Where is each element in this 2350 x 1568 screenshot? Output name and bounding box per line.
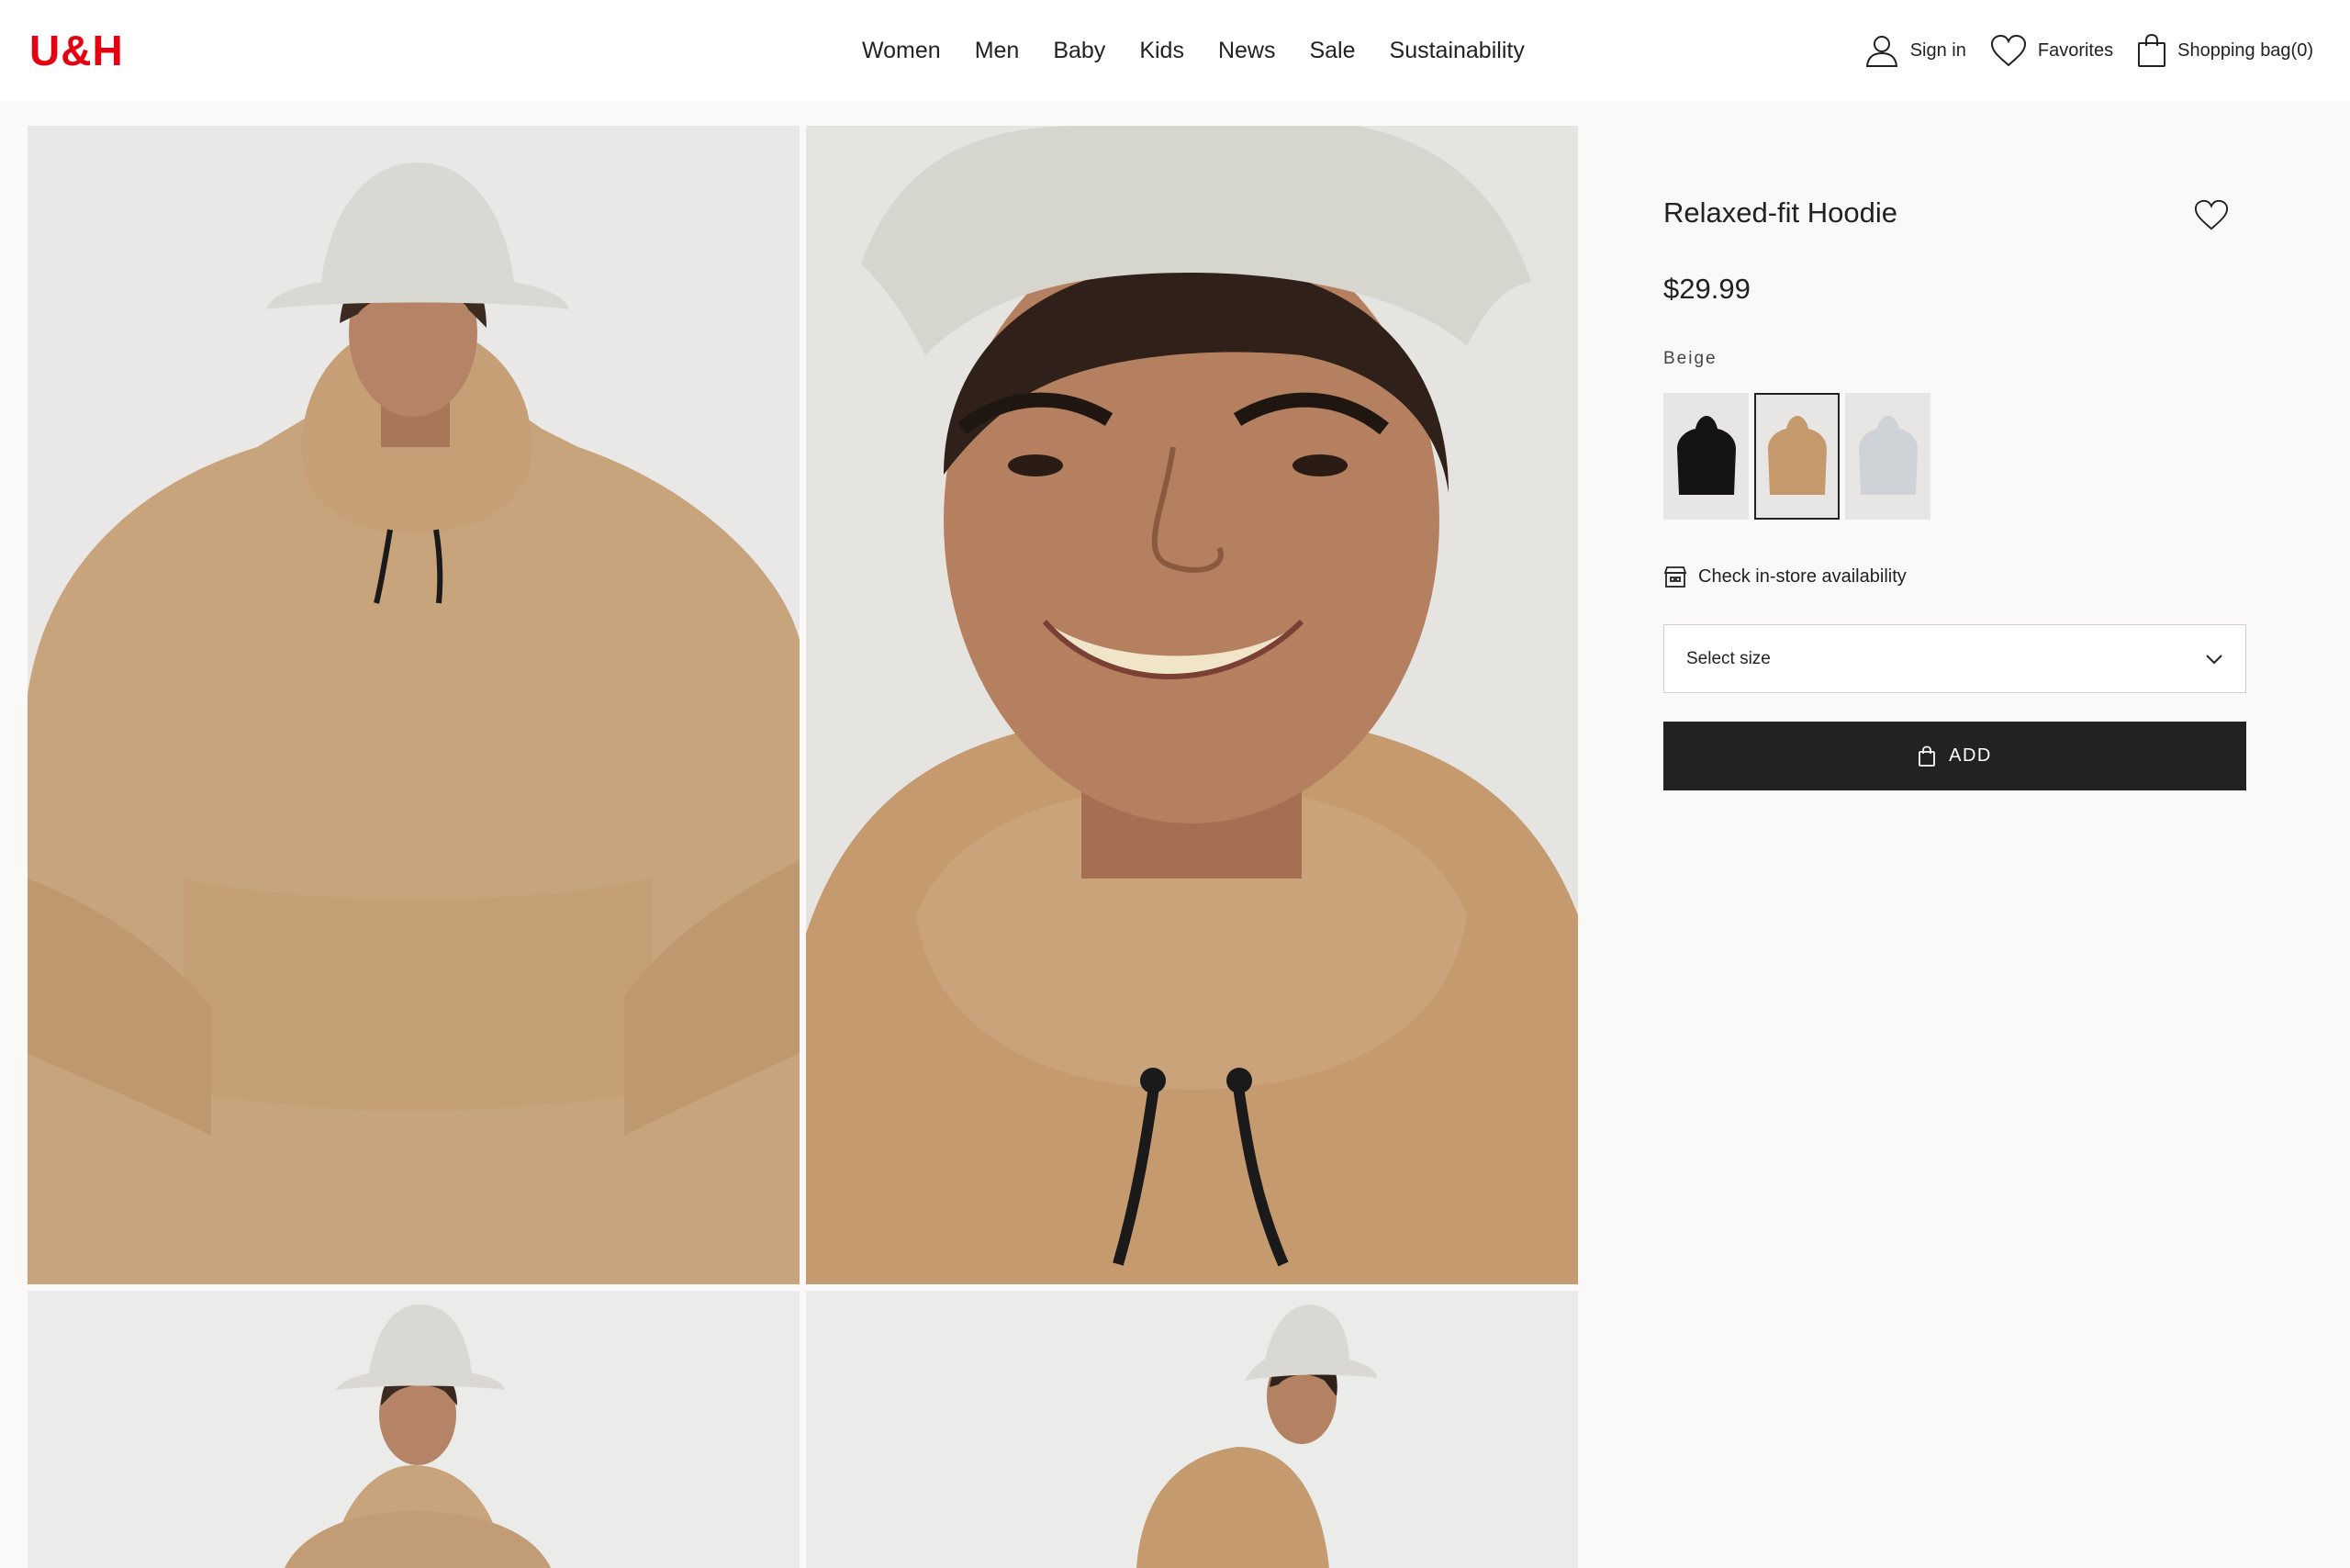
swatch-black[interactable]	[1663, 393, 1749, 520]
product-title: Relaxed-fit Hoodie	[1663, 196, 1898, 229]
product-price: $29.99	[1663, 273, 1751, 305]
product-photo-front[interactable]	[28, 126, 800, 1284]
shopping-bag-icon	[2138, 33, 2166, 67]
shopping-bag-label: Shopping bag(0)	[2177, 39, 2313, 61]
user-icon	[1865, 36, 1897, 67]
add-to-favorites-button[interactable]	[2194, 198, 2229, 236]
nav-men[interactable]: Men	[975, 38, 1020, 64]
main-nav: Women Men Baby Kids News Sale Sustainabi…	[862, 0, 1525, 101]
check-store-availability-link[interactable]: Check in-store availability	[1663, 565, 1907, 588]
sign-in-label: Sign in	[1909, 39, 1966, 61]
heart-icon	[1990, 34, 2026, 67]
swatch-beige[interactable]	[1754, 393, 1840, 520]
color-swatches	[1663, 393, 1936, 520]
nav-women[interactable]: Women	[862, 38, 941, 64]
site-header: U&H Women Men Baby Kids News Sale Sustai…	[0, 0, 2350, 101]
nav-kids[interactable]: Kids	[1139, 38, 1184, 64]
add-to-bag-label: ADD	[1949, 745, 1992, 766]
heart-icon	[2194, 199, 2229, 230]
size-select-placeholder: Select size	[1686, 648, 1771, 668]
nav-sale[interactable]: Sale	[1309, 38, 1355, 64]
hoodie-thumbnail-icon	[1767, 416, 1827, 495]
add-to-bag-button[interactable]: ADD	[1663, 722, 2246, 790]
hoodie-thumbnail-icon	[1676, 416, 1736, 495]
nav-sustainability[interactable]: Sustainability	[1390, 38, 1525, 64]
sign-in-link[interactable]: Sign in	[1864, 33, 1966, 68]
chevron-down-icon	[2206, 654, 2222, 664]
shopping-bag-icon	[1919, 745, 1936, 767]
store-icon	[1663, 566, 1687, 588]
favorites-label: Favorites	[2037, 39, 2114, 61]
product-photo-side[interactable]	[806, 1291, 1578, 1568]
nav-baby[interactable]: Baby	[1053, 38, 1105, 64]
size-select[interactable]: Select size	[1663, 624, 2246, 693]
nav-news[interactable]: News	[1218, 38, 1276, 64]
hoodie-thumbnail-icon	[1858, 416, 1918, 495]
product-gallery	[0, 101, 1579, 1568]
shopping-bag-link[interactable]: Shopping bag(0)	[2137, 33, 2313, 68]
utility-nav: Sign in Favorites Shopping bag(0)	[1841, 0, 2313, 101]
store-availability-label: Check in-store availability	[1698, 566, 1907, 587]
product-photo-closeup[interactable]	[806, 126, 1578, 1284]
favorites-link[interactable]: Favorites	[1990, 34, 2113, 67]
product-photo-full-front[interactable]	[28, 1291, 800, 1568]
selected-color-name: Beige	[1663, 349, 1718, 368]
swatch-light-grey[interactable]	[1845, 393, 1930, 520]
brand-logo[interactable]: U&H	[29, 26, 124, 75]
